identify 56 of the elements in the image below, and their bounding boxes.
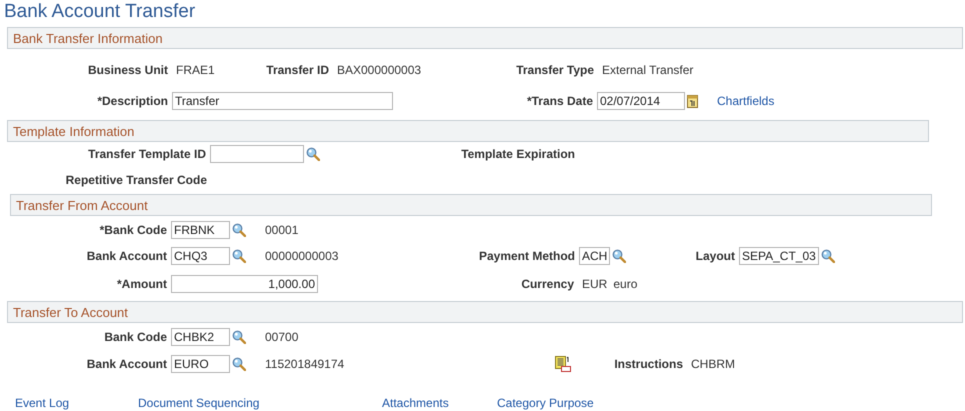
input-field[interactable]: CHQ3 <box>171 247 230 265</box>
input-field[interactable]: 1,000.00 <box>171 275 318 293</box>
field-label: Instructions <box>614 357 683 371</box>
search-icon[interactable] <box>821 249 835 263</box>
input-field[interactable]: Transfer <box>172 92 393 110</box>
field-value: 115201849174 <box>265 357 344 371</box>
field-label: Transfer Type <box>516 62 594 76</box>
chartfields-link[interactable]: Chartfields <box>717 94 774 108</box>
page-link[interactable]: Event Log <box>15 396 138 410</box>
notes-icon[interactable] <box>555 356 571 372</box>
search-icon[interactable] <box>232 249 246 263</box>
field-value: FRAE1 <box>176 62 215 76</box>
search-icon[interactable] <box>306 147 320 161</box>
field-label: Bank Code <box>104 330 167 344</box>
page-title: Bank Account Transfer <box>3 0 196 24</box>
field-label: Template Expiration <box>461 147 575 161</box>
field-value: External Transfer <box>602 62 694 76</box>
field-label: Transfer ID <box>266 62 329 76</box>
field-label: Transfer Template ID <box>88 147 206 161</box>
input-field[interactable]: FRBNK <box>171 220 230 238</box>
field-label: *Description <box>97 94 168 108</box>
field-label: Bank Account <box>86 357 167 371</box>
search-icon[interactable] <box>232 357 246 371</box>
page-link[interactable]: Document Sequencing <box>138 396 382 410</box>
field-value: BAX000000003 <box>337 62 422 76</box>
field-value: 00001 <box>265 222 298 236</box>
field-label: Layout <box>696 249 735 263</box>
currency-code: EUR <box>582 277 608 291</box>
input-field[interactable]: EURO <box>171 355 230 373</box>
field-label: *Trans Date <box>526 94 593 108</box>
field-value: CHBRM <box>691 357 735 371</box>
field-label: *Amount <box>117 277 167 291</box>
search-icon[interactable] <box>232 222 246 236</box>
page-link[interactable]: Category Purpose <box>497 396 617 410</box>
calendar-icon[interactable] <box>687 94 698 108</box>
input-field[interactable]: CHBK2 <box>171 328 230 346</box>
field-label: Repetitive Transfer Code <box>66 173 207 187</box>
section-header: Transfer To Account <box>7 301 963 323</box>
field-label: Currency <box>521 277 574 291</box>
input-field[interactable]: SEPA_CT_03 <box>739 247 819 265</box>
field-label: Bank Account <box>86 249 167 263</box>
input-field[interactable] <box>210 145 304 163</box>
field-value: 00700 <box>265 330 298 344</box>
field-label: Payment Method <box>478 249 575 263</box>
search-icon[interactable] <box>232 330 246 344</box>
section-header: Transfer From Account <box>10 194 932 216</box>
page-link[interactable]: Attachments <box>382 396 497 410</box>
field-value: 00000000003 <box>265 249 338 263</box>
search-icon[interactable] <box>612 249 626 263</box>
currency-name: euro <box>613 277 638 291</box>
input-field[interactable]: 02/07/2014 <box>597 92 685 110</box>
input-field[interactable]: ACH <box>579 247 610 265</box>
section-header: Bank Transfer Information <box>7 27 963 49</box>
section-header: Template Information <box>7 120 929 142</box>
field-label: *Bank Code <box>100 222 167 236</box>
field-label: Business Unit <box>88 62 168 76</box>
